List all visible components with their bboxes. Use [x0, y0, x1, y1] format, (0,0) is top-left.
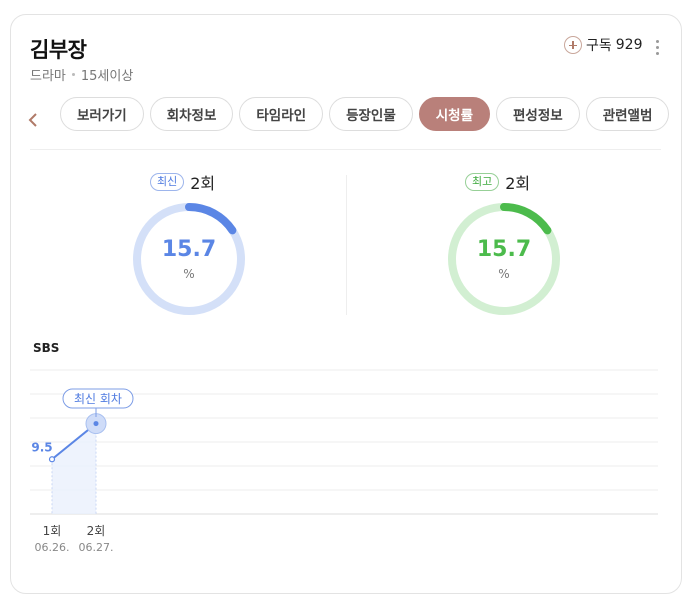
highest-rating-unit: %	[498, 267, 510, 281]
subscribe-label: 구독	[586, 38, 612, 54]
vertical-divider	[346, 175, 347, 315]
tab-bar: 보러가기 회차정보 타임라인 등장인물 시청률 편성정보 관련앨범	[60, 97, 670, 131]
more-menu-icon[interactable]	[656, 40, 660, 55]
program-title: 김부장	[30, 38, 87, 62]
tab-6[interactable]: 관련앨범	[585, 97, 670, 131]
broadcaster-label: SBS	[33, 341, 60, 355]
x-tick-date: 06.27.	[79, 541, 114, 554]
subscribe-button[interactable]: 구독 929	[564, 35, 643, 55]
separator-dot	[71, 73, 75, 76]
latest-rating-value: 15.7	[161, 237, 217, 262]
highest-episode: 2회	[505, 174, 531, 193]
tab-0[interactable]: 보러가기	[60, 97, 144, 131]
data-point	[48, 456, 56, 463]
subscriber-count: 929	[615, 37, 643, 53]
x-tick-label: 1회	[43, 524, 62, 538]
age-rating-label: 15세이상	[80, 69, 134, 84]
highest-gauge: 15.7 %	[446, 201, 562, 317]
latest-header: 최신 2회	[150, 170, 215, 194]
data-label: 9.5	[31, 440, 52, 454]
x-tick-label: 2회	[87, 524, 106, 538]
tab-4[interactable]: 시청률	[418, 97, 491, 131]
program-meta: 드라마 15세이상	[30, 65, 133, 84]
x-tick-date: 06.26.	[35, 541, 70, 554]
latest-episode-annotation: 최신 회차	[74, 392, 122, 406]
highest-badge: 최고	[465, 173, 500, 191]
highest-header: 최고 2회	[465, 170, 530, 194]
tab-2[interactable]: 타임라인	[239, 97, 324, 131]
latest-gauge: 15.7 %	[131, 201, 247, 317]
genre-label: 드라마	[30, 69, 66, 84]
chevron-left-icon[interactable]	[26, 110, 40, 130]
divider	[30, 149, 661, 150]
ratings-line-chart: 9.515.7최신 회차1회06.26.2회06.27.	[30, 369, 658, 554]
tab-1[interactable]: 회차정보	[149, 97, 234, 131]
data-point	[93, 421, 99, 427]
highest-rating-value: 15.7	[476, 237, 532, 262]
latest-episode: 2회	[190, 174, 216, 193]
plus-icon	[564, 36, 582, 54]
area-fill	[52, 423, 96, 514]
latest-rating-unit: %	[183, 267, 195, 281]
tab-3[interactable]: 등장인물	[329, 97, 413, 131]
latest-badge: 최신	[150, 173, 185, 191]
tab-5[interactable]: 편성정보	[496, 97, 580, 131]
